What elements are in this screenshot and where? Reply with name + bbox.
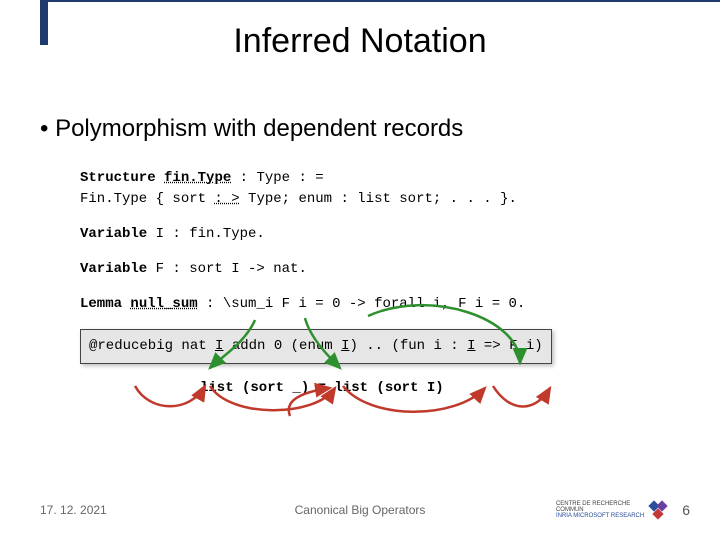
grey-I3: I [467, 338, 475, 354]
slide-title: Inferred Notation [0, 22, 720, 61]
kw-lemma: Lemma [80, 296, 122, 312]
structure-decl: Structure fin.Type : Type : = Fin.Type {… [80, 168, 680, 210]
slide-number: 6 [682, 502, 690, 518]
lemma-rest: : \sum_i F i = 0 -> forall i, F i = 0. [198, 296, 526, 312]
variable-F: Variable F : sort I -> nat. [80, 259, 680, 280]
kw-structure: Structure [80, 170, 156, 186]
structure-line2a: Fin.Type { sort [80, 191, 214, 207]
grey-b: addn 0 (enum [223, 338, 341, 354]
logo-cubes-icon [648, 500, 672, 520]
footer-logo: CENTRE DE RECHERCHE COMMUN INRIA MICROSO… [556, 500, 672, 520]
grey-d: => F i) [476, 338, 543, 354]
footer-date: 17. 12. 2021 [40, 503, 107, 517]
coercion-symbol: : > [214, 191, 239, 207]
grey-c: ) .. (fun i : [349, 338, 467, 354]
var-I-text: I : fin.Type. [147, 226, 265, 242]
lemma-name: null_sum [130, 296, 197, 312]
variable-I: Variable I : fin.Type. [80, 224, 680, 245]
grey-a: @reducebig nat [89, 338, 215, 354]
kw-variable-2: Variable [80, 261, 147, 277]
structure-rest: : Type : = [231, 170, 323, 186]
bullet-text: Polymorphism with dependent records [40, 115, 690, 143]
footer-center: Canonical Big Operators [295, 503, 426, 517]
footer: 17. 12. 2021 Canonical Big Operators CEN… [0, 495, 720, 525]
logo-text: CENTRE DE RECHERCHE COMMUN INRIA MICROSO… [556, 501, 644, 519]
code-area: Structure fin.Type : Type : = Fin.Type {… [80, 168, 680, 399]
list-equality: list (sort _) = list (sort I) [200, 378, 680, 399]
structure-line2c: Type; enum : list sort; . . . }. [240, 191, 517, 207]
var-F-text: F : sort I -> nat. [147, 261, 307, 277]
structure-name: fin.Type [164, 170, 231, 186]
reduced-term-box: @reducebig nat I addn 0 (enum I) .. (fun… [80, 329, 552, 364]
lemma-decl: Lemma null_sum : \sum_i F i = 0 -> foral… [80, 294, 680, 315]
top-rule [48, 0, 720, 2]
kw-variable-1: Variable [80, 226, 147, 242]
